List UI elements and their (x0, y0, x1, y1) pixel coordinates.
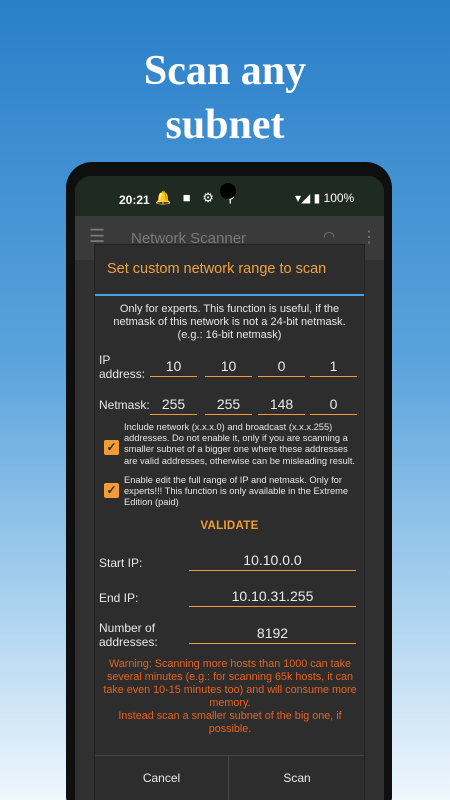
ip-octet-4[interactable]: 1 (310, 355, 357, 377)
include-network-checkbox[interactable]: ✓ (104, 440, 119, 455)
include-network-text: Include network (x.x.x.0) and broadcast … (124, 422, 355, 466)
warning-text: Warning: Scanning more hosts than 1000 c… (103, 658, 357, 736)
ip-octet-2[interactable]: 10 (205, 355, 252, 377)
start-ip-value: 10.10.0.0 (189, 549, 356, 571)
netmask-octet-3[interactable]: 148 (258, 393, 305, 415)
status-bar: 20:21 🔔 ■ ⚙ ⚲ ▾◢ ▮ 100% (75, 176, 384, 216)
enable-edit-text: Enable edit the full range of IP and net… (124, 475, 349, 508)
ip-label-line-1: IP (99, 353, 111, 367)
ip-octet-3[interactable]: 0 (258, 355, 305, 377)
netmask-octet-2[interactable]: 255 (205, 393, 252, 415)
end-ip-label: End IP: (99, 591, 139, 605)
num-label-line-2: addresses: (99, 635, 158, 649)
cancel-button[interactable]: Cancel (95, 756, 229, 800)
ip-address-label: IP address: (99, 353, 145, 381)
warning-line-2: Instead scan a smaller subnet of the big… (118, 710, 342, 735)
custom-range-dialog: Set custom network range to scan Only fo… (95, 245, 364, 800)
dialog-button-bar: Cancel Scan (95, 755, 364, 800)
hero-caption: Scan any subnet (0, 44, 450, 152)
enable-edit-checkbox[interactable]: ✓ (104, 483, 119, 498)
status-time: 20:21 (119, 193, 150, 207)
menu-icon[interactable]: ☰ (89, 226, 105, 247)
num-addresses-value: 8192 (189, 622, 356, 644)
ip-octet-1[interactable]: 10 (150, 355, 197, 377)
dialog-title: Set custom network range to scan (107, 261, 327, 277)
warning-line-1: Warning: Scanning more hosts than 1000 c… (103, 658, 357, 709)
more-options-icon[interactable]: ⋮ (361, 227, 377, 247)
netmask-label: Netmask: (99, 398, 150, 412)
num-addresses-label: Number of addresses: (99, 621, 158, 649)
dialog-title-divider (95, 294, 364, 296)
wifi-icon[interactable]: ◠ (323, 228, 335, 245)
hero-line-2: subnet (165, 102, 285, 148)
ip-label-line-2: address: (99, 367, 146, 381)
camera-cutout (220, 183, 236, 199)
netmask-octet-4[interactable]: 0 (310, 393, 357, 415)
num-label-line-1: Number of (99, 621, 156, 635)
scan-button[interactable]: Scan (230, 756, 364, 800)
start-ip-label: Start IP: (99, 556, 143, 570)
dialog-intro: Only for experts. This function is usefu… (113, 303, 346, 341)
hero-line-1: Scan any (143, 48, 307, 94)
battery-icon: ▾◢ ▮ 100% (295, 191, 355, 205)
netmask-octet-1[interactable]: 255 (150, 393, 197, 415)
validate-button[interactable]: VALIDATE (95, 520, 364, 532)
end-ip-value: 10.10.31.255 (189, 585, 356, 607)
